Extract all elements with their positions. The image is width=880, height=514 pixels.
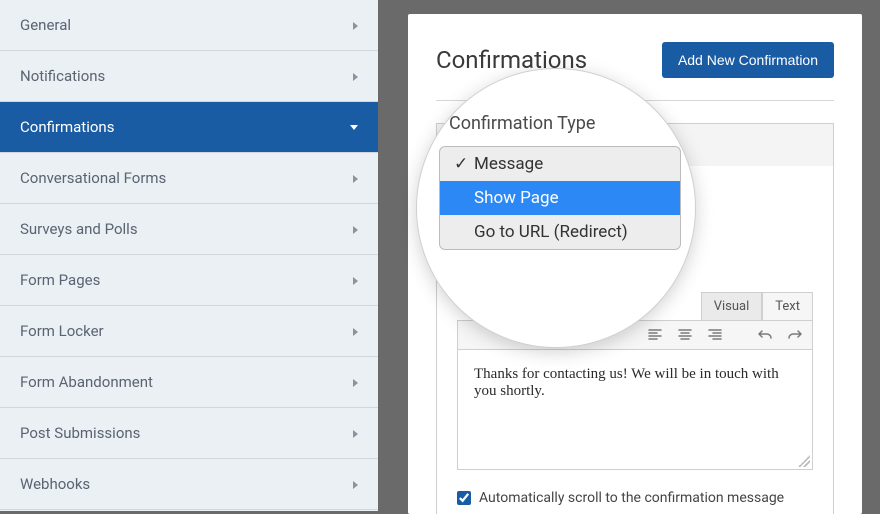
auto-scroll-label: Automatically scroll to the confirmation… — [479, 490, 784, 506]
option-go-to-url[interactable]: ✓ Go to URL (Redirect) — [440, 215, 680, 249]
sidebar-item-confirmations[interactable]: Confirmations — [0, 102, 378, 153]
check-icon: ✓ — [454, 154, 468, 174]
sidebar-item-notifications[interactable]: Notifications — [0, 51, 378, 102]
align-center-icon[interactable] — [676, 327, 694, 343]
option-label: Show Page — [474, 188, 559, 208]
chevron-down-icon — [350, 120, 358, 134]
zoom-callout: Confirmation Type ✓ Message ✓ Show Page … — [416, 68, 696, 348]
sidebar-item-label: Form Locker — [20, 322, 104, 340]
confirmation-type-label: Confirmation Type — [439, 113, 681, 134]
sidebar-item-post-submissions[interactable]: Post Submissions — [0, 408, 378, 459]
sidebar-item-label: Form Abandonment — [20, 373, 153, 391]
undo-icon[interactable] — [756, 327, 774, 343]
chevron-right-icon — [353, 69, 358, 83]
sidebar-item-label: Webhooks — [20, 475, 90, 493]
sidebar-item-label: Conversational Forms — [20, 169, 166, 187]
option-label: Message — [474, 154, 543, 174]
option-message[interactable]: ✓ Message — [440, 147, 680, 181]
tab-text[interactable]: Text — [762, 292, 813, 320]
sidebar-item-label: Post Submissions — [20, 424, 140, 442]
auto-scroll-row[interactable]: Automatically scroll to the confirmation… — [457, 490, 813, 506]
chevron-right-icon — [353, 375, 358, 389]
align-right-icon[interactable] — [706, 327, 724, 343]
settings-sidebar: General Notifications Confirmations Conv… — [0, 0, 378, 511]
sidebar-item-form-pages[interactable]: Form Pages — [0, 255, 378, 306]
chevron-right-icon — [353, 18, 358, 32]
sidebar-item-label: General — [20, 16, 71, 34]
align-left-icon[interactable] — [646, 327, 664, 343]
sidebar-item-surveys-polls[interactable]: Surveys and Polls — [0, 204, 378, 255]
sidebar-item-form-locker[interactable]: Form Locker — [0, 306, 378, 357]
auto-scroll-checkbox[interactable] — [457, 491, 471, 505]
message-editor[interactable]: Thanks for contacting us! We will be in … — [457, 350, 813, 470]
sidebar-item-label: Form Pages — [20, 271, 100, 289]
sidebar-item-form-abandonment[interactable]: Form Abandonment — [0, 357, 378, 408]
sidebar-item-label: Surveys and Polls — [20, 220, 138, 238]
add-confirmation-button[interactable]: Add New Confirmation — [662, 42, 834, 78]
sidebar-item-general[interactable]: General — [0, 0, 378, 51]
redo-icon[interactable] — [786, 327, 804, 343]
sidebar-item-label: Confirmations — [20, 118, 114, 136]
chevron-right-icon — [353, 171, 358, 185]
chevron-right-icon — [353, 273, 358, 287]
confirmation-type-dropdown[interactable]: ✓ Message ✓ Show Page ✓ Go to URL (Redir… — [439, 146, 681, 250]
resize-handle[interactable] — [798, 455, 810, 467]
chevron-right-icon — [353, 477, 358, 491]
tab-visual[interactable]: Visual — [701, 292, 763, 320]
sidebar-item-label: Notifications — [20, 67, 105, 85]
zoom-inner: Confirmation Type ✓ Message ✓ Show Page … — [439, 113, 681, 250]
chevron-right-icon — [353, 324, 358, 338]
sidebar-item-webhooks[interactable]: Webhooks — [0, 459, 378, 510]
option-show-page[interactable]: ✓ Show Page — [440, 181, 680, 215]
editor-content: Thanks for contacting us! We will be in … — [474, 366, 779, 399]
chevron-right-icon — [353, 426, 358, 440]
option-label: Go to URL (Redirect) — [474, 222, 628, 242]
sidebar-item-conversational-forms[interactable]: Conversational Forms — [0, 153, 378, 204]
chevron-right-icon — [353, 222, 358, 236]
